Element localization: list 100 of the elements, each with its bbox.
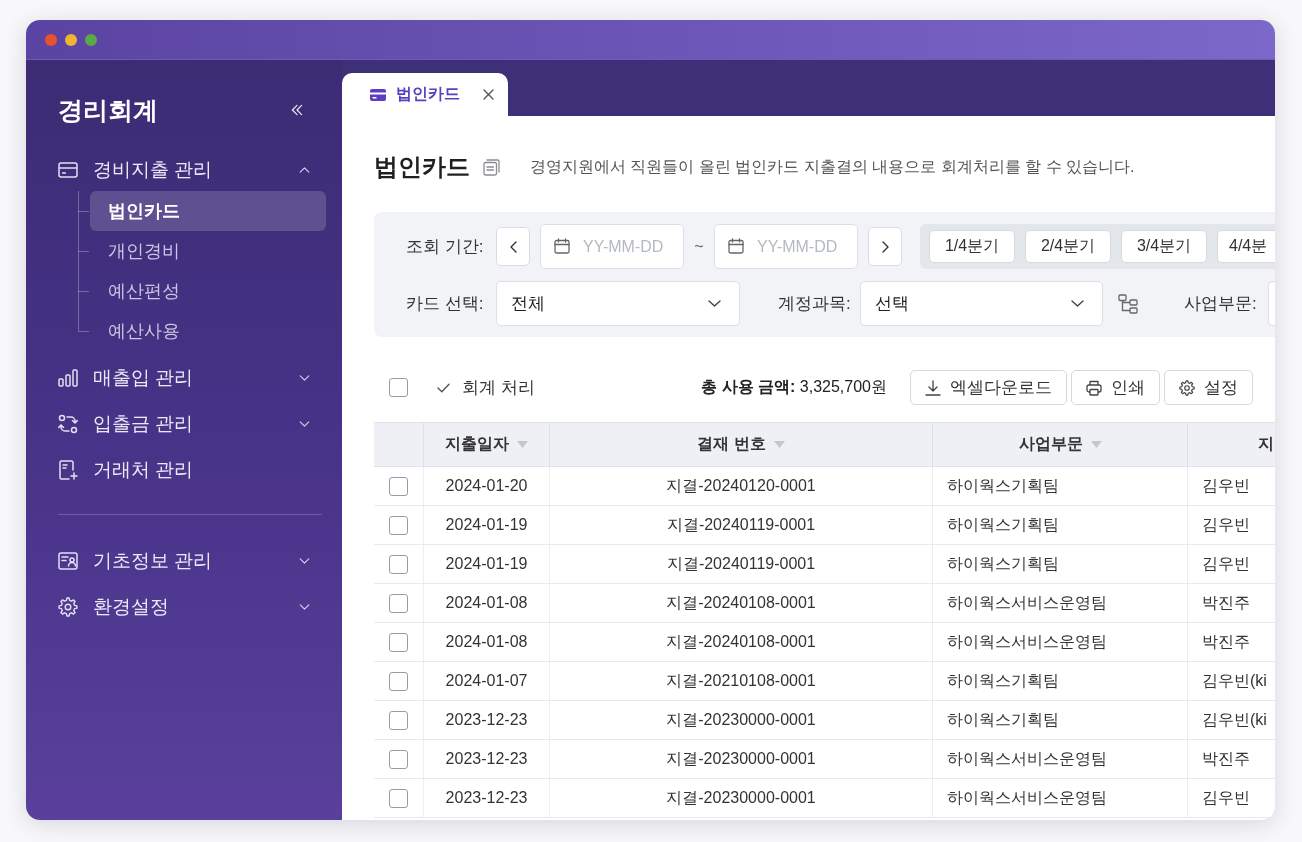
checkbox[interactable] [389, 788, 408, 808]
settings-button[interactable]: 설정 [1164, 370, 1253, 405]
table-cell-text: 김우빈(ki [1201, 670, 1268, 691]
table-cell: 지결-20240119-0001 [550, 545, 933, 583]
tab[interactable]: 법인카드 [342, 73, 508, 116]
table-cell: 2023-12-23 [424, 779, 550, 817]
table-cell-text: 박진주 [1201, 631, 1251, 652]
chevron-left-icon [509, 240, 517, 253]
table-cell: 2024-01-08 [424, 584, 550, 622]
checkbox[interactable] [389, 632, 408, 652]
sidebar-menu-item[interactable]: 거래처 관리 [58, 447, 326, 493]
checkbox[interactable] [389, 749, 408, 769]
document-plus-icon [58, 460, 78, 480]
quarter-button[interactable]: 4/4분 [1217, 230, 1275, 263]
checkbox[interactable] [389, 671, 408, 691]
gear-icon [1179, 379, 1195, 396]
checkbox[interactable] [389, 710, 408, 730]
hierarchy-icon[interactable] [1118, 293, 1138, 314]
circular-arrows-icon [58, 414, 78, 434]
table-cell: 지결-20230000-0001 [550, 779, 933, 817]
excel-download-button[interactable]: 엑셀다운로드 [910, 370, 1067, 405]
table-cell: 하이웍스기획팀 [933, 467, 1188, 505]
filter-label: 카드 선택: [406, 293, 485, 315]
gear-icon [58, 597, 78, 617]
table-cell: 지결-20240108-0001 [550, 584, 933, 622]
table-cell: 하이웍스서비스운영팀 [933, 584, 1188, 622]
table-cell: 하이웍스기획팀 [933, 506, 1188, 544]
quarter-button[interactable]: 2/4분기 [1025, 230, 1111, 263]
table-cell: 지결-20230000-0001 [550, 701, 933, 739]
close-dot-icon[interactable] [45, 33, 57, 46]
download-icon [925, 379, 941, 396]
table-cell: 2024-01-07 [424, 662, 550, 700]
table-cell: 하이웍스서비스운영팀 [933, 779, 1188, 817]
quarter-button[interactable]: 1/4분기 [929, 230, 1015, 263]
print-button[interactable]: 인쇄 [1071, 370, 1160, 405]
table-cell: 2024-01-19 [424, 545, 550, 583]
checkbox[interactable] [389, 515, 408, 535]
column-header: 지 [1257, 434, 1275, 454]
table-cell: 지결-20240119-0001 [550, 506, 933, 544]
next-button[interactable] [868, 227, 902, 266]
checkbox[interactable] [389, 378, 408, 397]
document-icon[interactable] [483, 158, 500, 176]
previous-button[interactable] [496, 227, 530, 266]
range-separator: ~ [693, 237, 705, 256]
table-cell: 2024-01-20 [424, 467, 550, 505]
calendar-icon [554, 238, 570, 254]
page-title: 법인카드 [374, 152, 470, 182]
sidebar-menu-item[interactable]: 입출금 관리 [58, 401, 326, 447]
column-header[interactable]: 지출일자 [424, 423, 550, 466]
table-cell: 지결-20230000-0001 [550, 740, 933, 778]
table-cell: 하이웍스기획팀 [933, 662, 1188, 700]
checkbox[interactable] [389, 593, 408, 613]
card-icon [58, 160, 78, 180]
chevron-down-icon [708, 300, 721, 307]
sort-icon [773, 441, 785, 448]
filter-label: 조회 기간: [406, 236, 485, 258]
table-cell: 지결-20210108-0001 [550, 662, 933, 700]
filter-label: 사업부문: [1184, 293, 1258, 315]
table-cell: 2023-12-23 [424, 701, 550, 739]
sidebar-menu-item[interactable]: 매출입 관리 [58, 355, 326, 401]
sidebar-submenu-item[interactable]: 예산사용 [90, 311, 326, 351]
table-cell-text: 김우빈 [1201, 514, 1251, 535]
checkbox[interactable] [389, 476, 408, 496]
profile-card-icon [58, 551, 78, 571]
process-button[interactable]: 회계 처리 [437, 376, 535, 399]
table-cell: 지결-20240108-0001 [550, 623, 933, 661]
table-cell-text: 김우빈 [1201, 475, 1251, 496]
maximize-dot-icon[interactable] [85, 33, 97, 46]
checkbox[interactable] [389, 554, 408, 574]
dropdown[interactable]: 선택 [860, 281, 1103, 326]
date-field[interactable]: YY-MM-DD [714, 224, 858, 269]
sidebar-submenu-item[interactable]: 개인경비 [90, 231, 326, 271]
sidebar-submenu-item[interactable]: 법인카드 [90, 191, 326, 231]
close-icon[interactable] [483, 89, 494, 100]
sidebar-submenu-item[interactable]: 예산편성 [90, 271, 326, 311]
date-field[interactable]: YY-MM-DD [540, 224, 684, 269]
total-amount: 총 사용 금액: 3,325,700원 [701, 377, 887, 397]
table-cell-text: 박진주 [1201, 748, 1251, 769]
column-header[interactable]: 사업부문 [933, 423, 1188, 466]
dropdown[interactable]: 전체 [496, 281, 740, 326]
table-cell: 하이웍스기획팀 [933, 701, 1188, 739]
input-field[interactable] [1268, 281, 1275, 326]
table-cell: 2024-01-19 [424, 506, 550, 544]
sidebar-menu-item[interactable]: 환경설정 [58, 584, 326, 630]
bar-chart-icon [58, 368, 78, 388]
table-cell-text: 박진주 [1201, 592, 1251, 613]
chevron-right-icon [881, 240, 889, 253]
quarter-button[interactable]: 3/4분기 [1121, 230, 1207, 263]
table-cell: 하이웍스기획팀 [933, 545, 1188, 583]
table-cell: 하이웍스서비스운영팀 [933, 740, 1188, 778]
column-header[interactable]: 결재 번호 [550, 423, 933, 466]
table-cell: 지결-20240120-0001 [550, 467, 933, 505]
table-cell-text: 김우빈 [1201, 787, 1251, 808]
minimize-dot-icon[interactable] [65, 33, 77, 46]
sidebar-menu-item[interactable]: 경비지출 관리 [58, 147, 326, 193]
double-chevron-left-icon[interactable] [291, 104, 303, 116]
table-cell: 2023-12-23 [424, 740, 550, 778]
sidebar-menu-item[interactable]: 기초정보 관리 [58, 538, 326, 584]
calendar-icon [728, 238, 744, 254]
chevron-down-icon [1071, 300, 1084, 307]
